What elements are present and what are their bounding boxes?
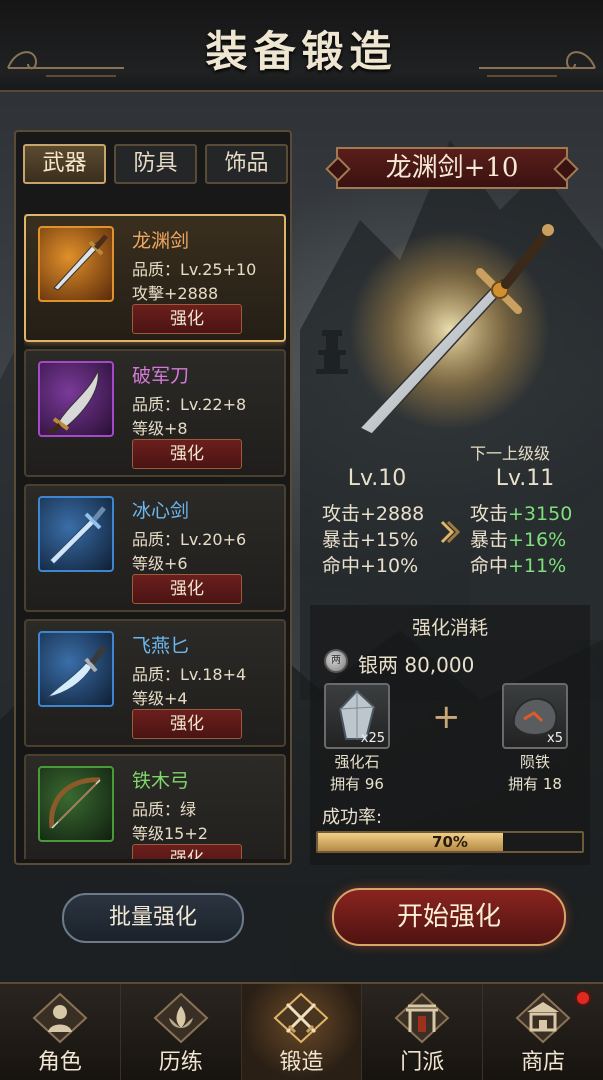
item-quality: 品质：Lv.20+6: [132, 530, 247, 549]
crossed-swords-icon: [274, 992, 329, 1044]
next-crit: 暴击+16%: [470, 529, 567, 551]
current-crit: 暴击+15%: [322, 529, 419, 551]
item-icon-frame: [38, 361, 114, 437]
equipment-card-longyuan-sword[interactable]: 龙渊剑 品质：Lv.25+10 攻擊+2888 强化: [24, 214, 286, 342]
material-name: 陨铁: [519, 753, 550, 771]
nav-item-sect[interactable]: 门派: [362, 984, 484, 1080]
item-name: 破军刀: [132, 365, 190, 387]
enhance-button[interactable]: 强化: [132, 709, 242, 739]
current-hit: 命中+10%: [322, 555, 419, 577]
enhance-button[interactable]: 强化: [132, 304, 242, 334]
silver-coin-icon: 两: [324, 649, 348, 673]
nav-label: 锻造: [279, 1050, 324, 1075]
enhance-button[interactable]: 强化: [132, 439, 242, 469]
shop-icon: [515, 992, 571, 1044]
item-name: 铁木弓: [132, 770, 190, 792]
nav-item-character[interactable]: 角色: [0, 984, 121, 1080]
equipment-list-panel: 武器 防具 饰品 龙渊剑 品质：Lv.25+10 攻擊+2888 强化 破军刀 …: [14, 130, 292, 865]
next-stats: Lv.11 攻击+3150 暴击+16% 命中+11%: [470, 466, 580, 579]
equipment-list[interactable]: 龙渊剑 品质：Lv.25+10 攻擊+2888 强化 破军刀 品质：Lv.22+…: [24, 214, 286, 859]
cloud-ornament-right-icon: [479, 51, 596, 77]
batch-enhance-button[interactable]: 批量强化: [62, 893, 244, 943]
equipment-card-pojun-blade[interactable]: 破军刀 品质：Lv.22+8 等级+8 强化: [24, 349, 286, 477]
item-stat: 等级+8: [132, 419, 188, 438]
enhance-cost-panel: 强化消耗 两 银两 80,000 x25 强化石 拥有 96 + x5 陨铁 拥…: [310, 605, 590, 865]
nav-label: 历练: [158, 1050, 203, 1075]
item-quality: 品质：Lv.22+8: [132, 395, 247, 414]
item-quality: 品质：绿: [132, 800, 197, 819]
selected-weapon-title: 龙渊剑+10: [336, 147, 568, 189]
ice-sword-icon: [49, 506, 106, 565]
sword-icon: [53, 234, 108, 291]
item-stat: 等级+6: [132, 554, 188, 573]
lotus-icon: [153, 992, 209, 1044]
material-count: x5: [547, 731, 563, 746]
item-quality: 品质：Lv.25+10: [132, 260, 257, 279]
next-attack: 攻击+3150: [470, 503, 573, 525]
equipment-card-tiemu-bow[interactable]: 铁木弓 品质：绿 等级15+2 强化: [24, 754, 286, 859]
item-icon-frame: [38, 226, 114, 302]
enhance-button[interactable]: 强化: [132, 844, 242, 859]
category-tabs: 武器 防具 饰品: [23, 144, 288, 184]
cost-title: 强化消耗: [411, 617, 488, 639]
silver-cost: 银两 80,000: [358, 653, 475, 677]
item-icon-frame: [38, 766, 114, 842]
nav-label: 商店: [521, 1050, 566, 1075]
next-level: Lv.11: [495, 466, 555, 491]
next-level-label: 下一上级级: [470, 444, 551, 463]
nav-label: 门派: [400, 1050, 445, 1075]
enhance-button[interactable]: 强化: [132, 574, 242, 604]
character-icon: [32, 992, 88, 1044]
current-level: Lv.10: [347, 466, 407, 491]
weapon-preview: [340, 210, 570, 440]
glowing-sword-icon: [350, 224, 554, 435]
item-icon-frame: [38, 496, 114, 572]
start-enhance-button[interactable]: 开始强化: [332, 888, 566, 946]
nav-item-training[interactable]: 历练: [121, 984, 242, 1080]
equipment-card-bingxin-sword[interactable]: 冰心剑 品质：Lv.20+6 等级+6 强化: [24, 484, 286, 612]
notification-badge: [574, 990, 591, 1006]
gate-icon: [394, 992, 450, 1044]
success-rate-bar: 70%: [316, 831, 584, 853]
tab-accessory[interactable]: 饰品: [205, 144, 288, 184]
nav-item-forge[interactable]: 锻造: [241, 984, 363, 1080]
bow-icon: [49, 777, 101, 829]
plus-icon: +: [432, 697, 461, 737]
item-stat: 攻擊+2888: [132, 284, 219, 303]
current-attack: 攻击+2888: [322, 503, 425, 525]
saber-icon: [48, 369, 99, 435]
nav-item-shop[interactable]: 商店: [483, 984, 603, 1080]
item-name: 冰心剑: [132, 500, 190, 522]
item-quality: 品质：Lv.18+4: [132, 665, 247, 684]
material-owned: 拥有 18: [508, 775, 562, 793]
equipment-card-feiyan-dagger[interactable]: 飞燕匕 品质：Lv.18+4 等级+4 强化: [24, 619, 286, 747]
item-icon-frame: [38, 631, 114, 707]
material-owned: 拥有 96: [330, 775, 384, 793]
arrow-right-icon: [440, 520, 461, 544]
item-stat: 等级+4: [132, 689, 188, 708]
dagger-icon: [46, 645, 107, 698]
tab-weapon[interactable]: 武器: [23, 144, 106, 184]
material-meteorite[interactable]: x5: [502, 683, 568, 749]
item-name: 龙渊剑: [132, 230, 190, 252]
top-header: 装备锻造: [0, 0, 603, 92]
bottom-nav: 角色 历练 锻造 门派 商店: [0, 982, 603, 1080]
success-rate-text: 70%: [432, 833, 468, 851]
material-count: x25: [360, 731, 385, 746]
current-stats: Lv.10 攻击+2888 暴击+15% 命中+10%: [322, 466, 432, 579]
tab-armor[interactable]: 防具: [114, 144, 197, 184]
next-hit: 命中+11%: [470, 555, 567, 577]
material-crystal[interactable]: x25: [324, 683, 390, 749]
item-stat: 等级15+2: [132, 824, 208, 843]
material-name: 强化石: [334, 753, 380, 771]
success-rate-label: 成功率:: [322, 807, 383, 828]
nav-label: 角色: [37, 1050, 82, 1075]
item-name: 飞燕匕: [132, 635, 190, 657]
